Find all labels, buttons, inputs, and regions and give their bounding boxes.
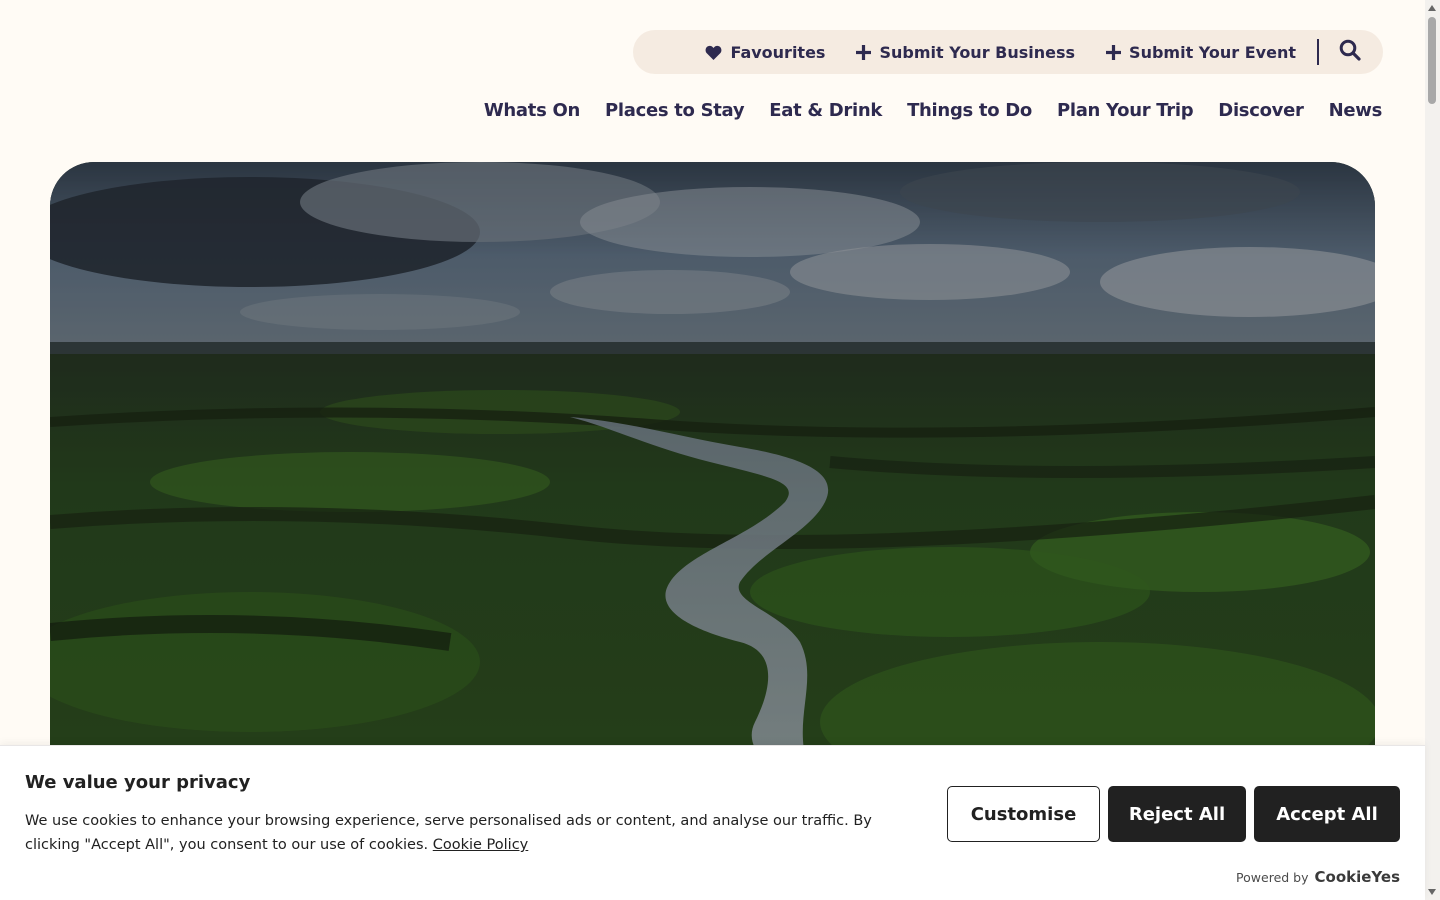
plus-icon (856, 44, 872, 60)
nav-item-things-to-do[interactable]: Things to Do (907, 100, 1032, 121)
heart-icon (705, 45, 722, 60)
nav-item-places-to-stay[interactable]: Places to Stay (605, 100, 745, 121)
reject-all-button[interactable]: Reject All (1108, 786, 1246, 842)
scroll-down-icon[interactable] (1428, 889, 1436, 895)
nav-item-discover[interactable]: Discover (1218, 100, 1304, 121)
powered-by-label: Powered by (1236, 870, 1309, 885)
powered-by: Powered by CookieYes (1236, 868, 1400, 886)
cookieyes-logo[interactable]: CookieYes (1315, 868, 1401, 886)
search-button[interactable] (1339, 39, 1361, 65)
customise-button[interactable]: Customise (947, 786, 1100, 842)
main-nav: Whats On Places to Stay Eat & Drink Thin… (459, 100, 1382, 121)
page-scrollbar[interactable] (1425, 0, 1440, 900)
cookie-title: We value your privacy (25, 772, 251, 793)
search-icon (1339, 39, 1361, 65)
submit-business-link[interactable]: Submit Your Business (856, 43, 1075, 62)
submit-business-label: Submit Your Business (879, 42, 1076, 62)
utility-divider (1317, 39, 1319, 65)
cookie-policy-link[interactable]: Cookie Policy (433, 837, 529, 853)
utility-bar: Favourites Submit Your Business Submit Y… (633, 30, 1383, 74)
accept-all-button[interactable]: Accept All (1254, 786, 1400, 842)
nav-item-whats-on[interactable]: Whats On (484, 100, 580, 121)
nav-item-plan-your-trip[interactable]: Plan Your Trip (1057, 100, 1194, 121)
cookie-description: We use cookies to enhance your browsing … (25, 809, 905, 857)
nav-item-news[interactable]: News (1329, 100, 1383, 121)
submit-event-label: Submit Your Event (1129, 42, 1296, 62)
submit-event-link[interactable]: Submit Your Event (1106, 43, 1296, 62)
scroll-up-icon[interactable] (1428, 5, 1436, 11)
plus-icon (1106, 44, 1122, 60)
cookie-banner: We value your privacy We use cookies to … (0, 745, 1425, 900)
nav-item-eat-drink[interactable]: Eat & Drink (769, 100, 882, 121)
favourites-link[interactable]: Favourites (705, 43, 825, 62)
scroll-thumb[interactable] (1428, 17, 1436, 104)
favourites-label: Favourites (730, 42, 826, 62)
